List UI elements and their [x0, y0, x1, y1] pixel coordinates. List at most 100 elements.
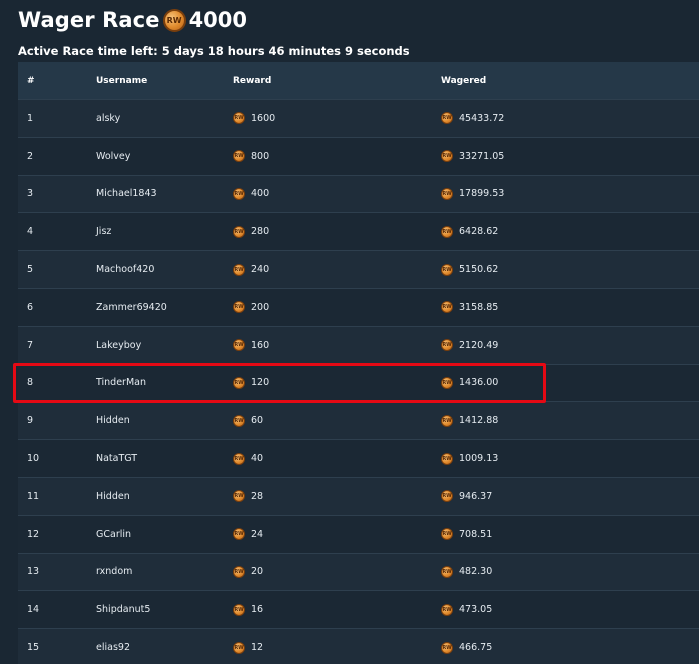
coin-icon: RW [233, 641, 245, 654]
column-header-reward: Reward [233, 75, 272, 86]
coin-icon: RW [441, 187, 453, 200]
reward-cell: RW 240 [233, 263, 441, 276]
coin-icon: RW [233, 225, 245, 238]
coin-icon: RW [441, 225, 453, 238]
reward-cell: RW 24 [233, 528, 441, 541]
coin-icon: RW [441, 414, 453, 427]
coin-icon: RW [441, 565, 453, 578]
coin-icon: RW [233, 187, 245, 200]
wagered-cell: RW 473.05 [441, 603, 699, 616]
wagered-cell: RW 1436.00 [441, 376, 699, 389]
reward-value: 40 [251, 453, 264, 465]
wagered-value: 946.37 [459, 490, 493, 502]
wagered-value: 466.75 [459, 642, 493, 654]
username-cell: alsky [96, 112, 121, 124]
title-text: Wager Race [18, 8, 160, 32]
prize-amount: 4000 [188, 8, 248, 32]
reward-value: 1600 [251, 112, 276, 124]
reward-cell: RW 280 [233, 225, 441, 238]
table-row: 1 alsky RW 1600 RW 45433.72 [18, 99, 699, 137]
table-row: 13 rxndom RW 20 RW 482.30 [18, 552, 699, 591]
reward-value: 20 [251, 566, 264, 578]
coin-icon: RW [233, 414, 245, 427]
reward-cell: RW 60 [233, 414, 441, 427]
rank-cell: 5 [27, 264, 34, 276]
wagered-value: 3158.85 [459, 301, 499, 313]
wagered-cell: RW 33271.05 [441, 150, 699, 163]
reward-value: 12 [251, 642, 264, 654]
username-cell: rxndom [96, 566, 133, 578]
coin-icon: RW [233, 339, 245, 352]
wagered-cell: RW 946.37 [441, 490, 699, 503]
table-row: 7 Lakeyboy RW 160 RW 2120.49 [18, 325, 699, 364]
reward-value: 24 [251, 528, 264, 540]
username-cell: GCarlin [96, 528, 132, 540]
coin-icon: RW [233, 452, 245, 465]
coin-icon: RW [162, 8, 186, 32]
table-row: 2 Wolvey RW 800 RW 33271.05 [18, 136, 699, 175]
reward-value: 400 [251, 188, 270, 200]
table-row: 11 Hidden RW 28 RW 946.37 [18, 476, 699, 515]
coin-icon: RW [441, 641, 453, 654]
table-row: 9 Hidden RW 60 RW 1412.88 [18, 401, 699, 440]
wagered-value: 33271.05 [459, 150, 505, 162]
table-row: 14 Shipdanut5 RW 16 RW 473.05 [18, 590, 699, 629]
rank-cell: 11 [27, 490, 40, 502]
wagered-cell: RW 482.30 [441, 565, 699, 578]
coin-icon: RW [233, 603, 245, 616]
rank-cell: 15 [27, 642, 40, 654]
wagered-cell: RW 6428.62 [441, 225, 699, 238]
coin-icon: RW [441, 112, 453, 125]
username-cell: TinderMan [96, 377, 146, 389]
wagered-value: 482.30 [459, 566, 493, 578]
reward-value: 240 [251, 264, 270, 276]
rank-cell: 13 [27, 566, 40, 578]
rank-cell: 4 [27, 226, 34, 238]
wagered-cell: RW 2120.49 [441, 339, 699, 352]
reward-cell: RW 16 [233, 603, 441, 616]
rank-cell: 8 [27, 377, 34, 389]
rank-cell: 14 [27, 604, 40, 616]
wagered-cell: RW 1412.88 [441, 414, 699, 427]
wagered-value: 1412.88 [459, 415, 499, 427]
wagered-value: 473.05 [459, 604, 493, 616]
coin-icon: RW [233, 490, 245, 503]
rank-cell: 3 [27, 188, 34, 200]
username-cell: elias92 [96, 642, 130, 654]
wagered-cell: RW 5150.62 [441, 263, 699, 276]
wagered-value: 6428.62 [459, 226, 499, 238]
reward-value: 16 [251, 604, 264, 616]
reward-cell: RW 800 [233, 150, 441, 163]
coin-icon: RW [441, 490, 453, 503]
table-row: 4 Jisz RW 280 RW 6428.62 [18, 212, 699, 251]
wagered-cell: RW 466.75 [441, 641, 699, 654]
wagered-value: 5150.62 [459, 264, 499, 276]
username-cell: Wolvey [96, 150, 131, 162]
rank-cell: 6 [27, 301, 34, 313]
wagered-value: 2120.49 [459, 339, 499, 351]
reward-cell: RW 120 [233, 376, 441, 389]
coin-icon: RW [441, 301, 453, 314]
username-cell: Shipdanut5 [96, 604, 151, 616]
table-row: 6 Zammer69420 RW 200 RW 3158.85 [18, 287, 699, 326]
coin-icon: RW [233, 301, 245, 314]
coin-icon: RW [441, 452, 453, 465]
wagered-cell: RW 17899.53 [441, 187, 699, 200]
reward-cell: RW 1600 [233, 112, 441, 125]
username-cell: Zammer69420 [96, 301, 167, 313]
wagered-cell: RW 708.51 [441, 528, 699, 541]
reward-cell: RW 400 [233, 187, 441, 200]
wagered-value: 708.51 [459, 528, 493, 540]
rank-cell: 2 [27, 150, 34, 162]
table-row: 3 Michael1843 RW 400 RW 17899.53 [18, 174, 699, 213]
username-cell: Hidden [96, 415, 130, 427]
reward-value: 60 [251, 415, 264, 427]
wagered-value: 1436.00 [459, 377, 499, 389]
wagered-value: 1009.13 [459, 453, 499, 465]
coin-icon: RW [441, 339, 453, 352]
reward-value: 160 [251, 339, 270, 351]
race-timer: Active Race time left: 5 days 18 hours 4… [18, 44, 410, 58]
reward-value: 120 [251, 377, 270, 389]
reward-cell: RW 12 [233, 641, 441, 654]
coin-icon: RW [233, 263, 245, 276]
